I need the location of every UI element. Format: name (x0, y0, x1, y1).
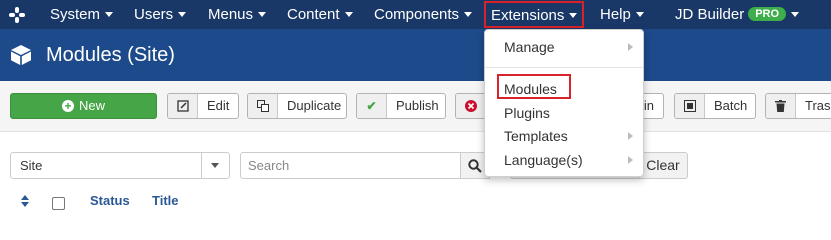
nav-users[interactable]: Users (134, 0, 187, 29)
copy-icon (248, 94, 278, 118)
nav-menus[interactable]: Menus (208, 0, 267, 29)
duplicate-button[interactable]: Duplicate (247, 93, 347, 119)
nav-users-label: Users (134, 6, 174, 23)
menu-item-plugins[interactable]: Plugins (504, 104, 550, 122)
menu-item-languages-label: Language(s) (504, 152, 583, 168)
new-button-label: New (78, 98, 105, 113)
edit-button[interactable]: Edit (167, 93, 239, 119)
pro-badge: PRO (748, 7, 787, 22)
chevron-down-icon (201, 153, 229, 178)
nav-content-label: Content (287, 6, 340, 23)
nav-menus-label: Menus (208, 6, 254, 23)
chevron-right-icon (628, 132, 633, 140)
menu-item-manage-label: Manage (504, 39, 555, 55)
chevron-right-icon (628, 43, 633, 51)
edit-button-label: Edit (207, 98, 230, 113)
nav-system[interactable]: System (50, 0, 114, 29)
edit-icon (168, 94, 198, 118)
client-select[interactable]: Site (10, 152, 230, 179)
nav-components-label: Components (374, 6, 460, 23)
menu-divider (485, 67, 643, 68)
chevron-down-icon (569, 12, 578, 18)
nav-help-label: Help (600, 6, 631, 23)
toolbar: + New Edit Duplicate ✔ Publish in Batch Tr… (0, 81, 831, 132)
menu-item-templates[interactable]: Templates (504, 127, 568, 145)
chevron-down-icon (344, 11, 353, 17)
batch-button[interactable]: Batch (674, 93, 756, 119)
duplicate-button-label: Duplicate (287, 98, 342, 113)
nav-components[interactable]: Components (374, 0, 473, 29)
column-title[interactable]: Title (152, 194, 179, 208)
batch-icon (675, 94, 705, 118)
nav-content[interactable]: Content (287, 0, 353, 29)
clear-button-label: Clear (646, 157, 680, 173)
nav-jd-builder[interactable]: JD Builder PRO (675, 0, 800, 29)
joomla-logo-icon[interactable] (8, 6, 26, 24)
publish-button-label: Publish (396, 98, 439, 113)
chevron-down-icon (105, 11, 114, 17)
chevron-right-icon (628, 156, 633, 164)
plus-circle-icon: + (61, 99, 74, 112)
page-title: Modules (Site) (46, 44, 175, 66)
search-input[interactable] (240, 152, 462, 179)
chevron-down-icon (464, 11, 473, 17)
top-navbar: System Users Menus Content Components Ex… (0, 0, 831, 29)
menu-item-templates-label: Templates (504, 128, 568, 144)
trash-icon (766, 94, 796, 118)
extensions-dropdown-menu: Manage Modules Plugins Templates Languag… (484, 29, 644, 177)
nav-help[interactable]: Help (600, 0, 644, 29)
client-select-value: Site (20, 158, 43, 173)
nav-system-label: System (50, 6, 101, 23)
chevron-down-icon (791, 11, 800, 17)
trash-button-label: Trash (805, 98, 831, 113)
nav-extensions-label: Extensions (491, 7, 565, 24)
new-button[interactable]: + New (10, 93, 157, 119)
menu-item-plugins-label: Plugins (504, 105, 550, 121)
cube-icon (11, 45, 31, 65)
menu-item-manage[interactable]: Manage (504, 38, 555, 56)
trash-button[interactable]: Trash (765, 93, 831, 119)
menu-item-modules[interactable]: Modules (504, 80, 557, 98)
check-icon: ✔ (357, 94, 387, 118)
menu-item-languages[interactable]: Language(s) (504, 151, 583, 169)
clear-button[interactable]: Clear (638, 152, 688, 179)
batch-button-label: Batch (714, 98, 748, 113)
chevron-down-icon (635, 11, 644, 17)
menu-item-modules-label: Modules (504, 81, 557, 97)
page-header: Modules (Site) (0, 29, 831, 81)
publish-button[interactable]: ✔ Publish (356, 93, 446, 119)
sort-icon[interactable] (20, 194, 30, 208)
chevron-down-icon (178, 11, 187, 17)
nav-jd-builder-label: JD Builder (675, 6, 745, 23)
unpublish-icon (456, 94, 486, 118)
select-all-checkbox[interactable] (52, 197, 65, 210)
search-icon (468, 159, 482, 173)
column-status[interactable]: Status (90, 194, 130, 208)
chevron-down-icon (258, 11, 267, 17)
nav-extensions[interactable]: Extensions (484, 1, 584, 28)
